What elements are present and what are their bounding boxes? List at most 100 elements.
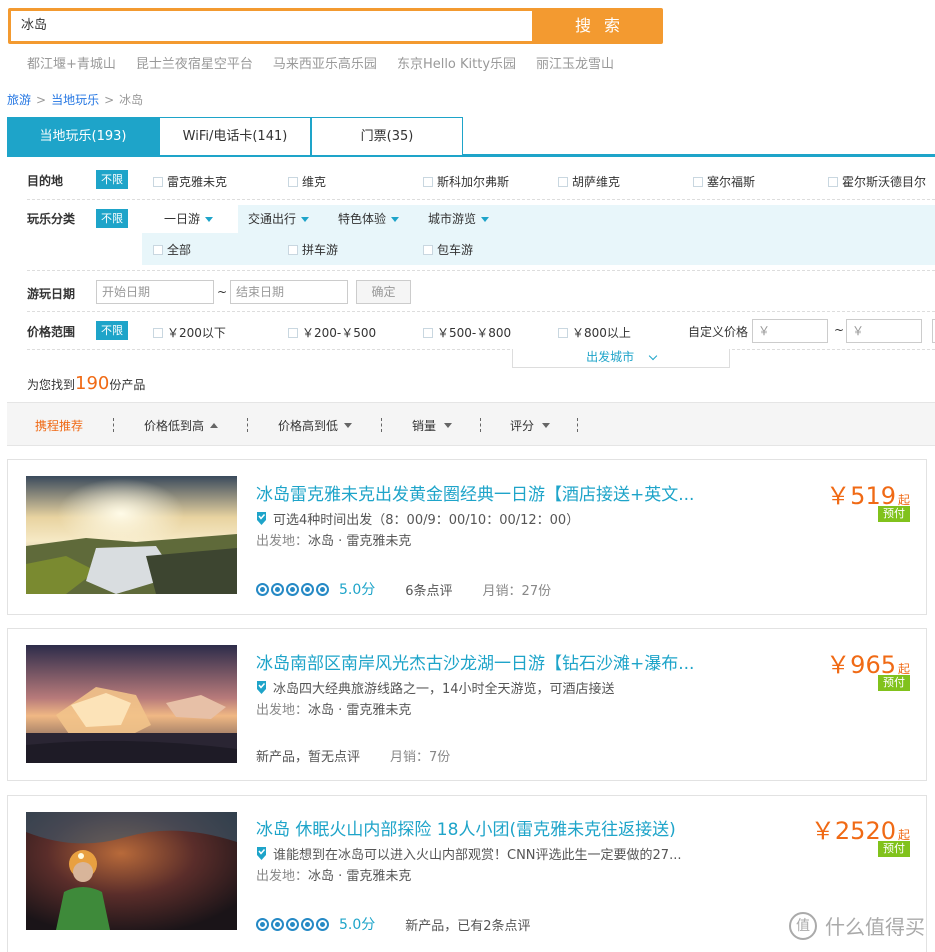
search-button[interactable]: 搜 索	[536, 8, 663, 44]
watermark-logo-icon: 值	[789, 911, 817, 940]
subcategory-option[interactable]: 全部	[153, 241, 191, 258]
hot-link[interactable]: 马来西亚乐高乐园	[273, 53, 377, 72]
destination-option[interactable]: 雷克雅未克	[153, 173, 227, 190]
rating-dot-icon	[286, 582, 299, 596]
category-tab-city-tour[interactable]: 城市游览	[428, 205, 490, 233]
checkbox[interactable]	[423, 327, 433, 338]
destination-option[interactable]: 胡萨维克	[558, 173, 620, 190]
product-title[interactable]: 冰岛南部区南岸风光杰古沙龙湖一日游【钻石沙滩+瀑布...	[256, 649, 694, 674]
product-meta: 新产品，暂无点评 月销：7份	[256, 746, 450, 765]
checkbox[interactable]	[153, 244, 163, 255]
review-count[interactable]: 6条点评	[405, 580, 452, 599]
product-card[interactable]: 冰岛南部区南岸风光杰古沙龙湖一日游【钻石沙滩+瀑布... 冰岛四大经典旅游线路之…	[7, 628, 927, 781]
review-count[interactable]: 新产品，已有2条点评	[405, 915, 530, 934]
product-image-volcano-cave[interactable]	[26, 812, 237, 930]
subcategory-option[interactable]: 拼车游	[288, 241, 338, 258]
product-title[interactable]: 冰岛雷克雅未克出发黄金圈经典一日游【酒店接送+英文...	[256, 480, 694, 505]
checkbox[interactable]	[288, 244, 298, 255]
filter-label: 玩乐分类	[27, 212, 76, 226]
end-date-input[interactable]: 结束日期	[230, 280, 348, 304]
checkbox[interactable]	[558, 327, 568, 338]
search-input[interactable]	[11, 11, 532, 41]
destination-option[interactable]: 斯科加尔弗斯	[423, 173, 509, 190]
category-tab-experience[interactable]: 特色体验	[338, 205, 400, 233]
breadcrumb-separator: >	[104, 93, 115, 107]
medal-icon	[257, 681, 266, 694]
checkbox[interactable]	[288, 176, 298, 187]
result-number: 190	[75, 373, 110, 394]
checkbox[interactable]	[828, 176, 838, 187]
sort-rating[interactable]: 评分	[510, 417, 551, 434]
hot-link[interactable]: 东京Hello Kitty乐园	[397, 53, 516, 72]
product-card[interactable]: 冰岛雷克雅未克出发黄金圈经典一日游【酒店接送+英文... 可选4种时间出发（8：…	[7, 459, 927, 615]
checkbox[interactable]	[558, 176, 568, 187]
rating-dot-icon	[271, 917, 284, 931]
tab-tickets[interactable]: 门票(35)	[311, 117, 463, 155]
unlimited-tag[interactable]: 不限	[96, 209, 128, 228]
departure-label: 出发地：	[256, 703, 309, 718]
destination-option[interactable]: 塞尔福斯	[693, 173, 755, 190]
category-tab-label: 交通出行	[248, 212, 297, 226]
sort-recommended[interactable]: 携程推荐	[35, 417, 83, 434]
checkbox[interactable]	[693, 176, 703, 187]
sort-price-asc[interactable]: 价格低到高	[144, 417, 219, 434]
checkbox[interactable]	[288, 327, 298, 338]
search-bar: 搜 索	[8, 8, 663, 44]
tab-local-fun[interactable]: 当地玩乐(193)	[7, 117, 159, 155]
product-meta: 5.0分 6条点评 月销：27份	[256, 579, 551, 599]
checkbox[interactable]	[153, 176, 163, 187]
sort-divider	[247, 418, 248, 432]
hot-search-links: 都江堰+青城山 昆士兰夜宿星空平台 马来西亚乐高乐园 东京Hello Kitty…	[27, 53, 634, 72]
destination-option[interactable]: 维克	[288, 173, 326, 190]
sort-divider	[480, 418, 481, 432]
category-tab-transport[interactable]: 交通出行	[248, 205, 310, 233]
hot-link[interactable]: 都江堰+青城山	[27, 53, 116, 72]
unlimited-tag[interactable]: 不限	[96, 170, 128, 189]
product-image-glacier-lagoon[interactable]	[26, 645, 237, 763]
rating-dot-icon	[256, 582, 269, 596]
price-suffix: 起	[897, 493, 910, 507]
prepay-badge: 预付	[878, 506, 910, 522]
price-tilde: ~	[834, 323, 845, 337]
price-option[interactable]: ￥800以上	[558, 324, 631, 341]
rating-score: 5.0分	[339, 582, 376, 598]
option-label: 雷克雅未克	[167, 175, 228, 189]
product-title[interactable]: 冰岛 休眠火山内部探险 18人小团(雷克雅未克往返接送)	[256, 815, 676, 840]
hot-link[interactable]: 丽江玉龙雪山	[536, 53, 614, 72]
result-count: 为您找到190份产品	[27, 373, 145, 394]
breadcrumb-local-fun[interactable]: 当地玩乐	[51, 93, 99, 107]
product-departure: 出发地：冰岛 · 雷克雅未克	[256, 699, 411, 718]
breadcrumb-travel[interactable]: 旅游	[7, 93, 31, 107]
sort-sales[interactable]: 销量	[412, 417, 453, 434]
departure-city-toggle[interactable]: 出发城市	[512, 349, 730, 368]
checkbox[interactable]	[423, 176, 433, 187]
arrow-down-icon	[344, 423, 353, 428]
filter-destination: 目的地 不限 雷克雅未克 维克 斯科加尔弗斯 胡萨维克 塞尔福斯 霍尔斯沃德目尔	[7, 170, 935, 196]
checkbox[interactable]	[423, 244, 433, 255]
unlimited-tag[interactable]: 不限	[96, 321, 128, 340]
sort-price-desc[interactable]: 价格高到低	[278, 417, 353, 434]
min-price-input[interactable]: ￥	[752, 319, 828, 343]
option-label: 拼车游	[302, 243, 339, 257]
hot-link[interactable]: 昆士兰夜宿星空平台	[136, 53, 253, 72]
price-option[interactable]: ￥200-￥500	[288, 324, 376, 341]
product-image-waterfall[interactable]	[26, 476, 237, 594]
max-price-input[interactable]: ￥	[846, 319, 922, 343]
option-label: ￥200-￥500	[302, 326, 377, 340]
feature-text: 冰岛四大经典旅游线路之一，14小时全天游览，可酒店接送	[273, 682, 615, 697]
date-confirm-button[interactable]: 确定	[356, 280, 411, 304]
tab-wifi-sim[interactable]: WiFi/电话卡(141)	[159, 117, 311, 155]
destination-option[interactable]: 霍尔斯沃德目尔	[828, 173, 926, 190]
price-suffix: 起	[897, 828, 910, 842]
start-date-input[interactable]: 开始日期	[96, 280, 214, 304]
chevron-down-icon	[481, 216, 490, 222]
price-option[interactable]: ￥200以下	[153, 324, 226, 341]
checkbox[interactable]	[153, 327, 163, 338]
breadcrumb-current: 冰岛	[119, 93, 144, 107]
option-label: ￥200以下	[167, 326, 226, 340]
subcategory-option[interactable]: 包车游	[423, 241, 473, 258]
category-tab-day-tour[interactable]: 一日游	[142, 205, 238, 233]
price-option[interactable]: ￥500-￥800	[423, 324, 511, 341]
custom-price-label: 自定义价格	[688, 325, 749, 339]
option-label: ￥800以上	[572, 326, 631, 340]
